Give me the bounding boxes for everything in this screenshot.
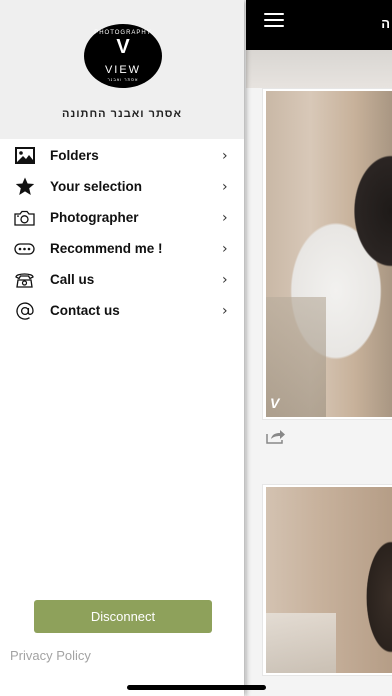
menu-item-folders[interactable]: Folders › [0, 140, 244, 171]
top-bar-title: ה [381, 16, 390, 31]
image-icon [14, 146, 35, 165]
disconnect-button[interactable]: Disconnect [34, 600, 212, 633]
drawer-menu: Folders › Your selection › Photographer … [0, 140, 244, 326]
navigation-drawer: PHOTOGRAPHY V VIEW אסתר ואבנר אסתר ואבנר… [0, 0, 244, 696]
hamburger-menu-icon[interactable] [264, 13, 284, 27]
share-icon[interactable] [266, 428, 286, 444]
photo-card[interactable]: V [262, 88, 392, 420]
chevron-right-icon: › [222, 241, 228, 257]
top-bar: ה [246, 0, 392, 50]
menu-item-your-selection[interactable]: Your selection › [0, 171, 244, 202]
photo-card[interactable] [262, 484, 392, 676]
chevron-right-icon: › [222, 148, 228, 164]
watermark-logo: V [270, 395, 280, 411]
chevron-right-icon: › [222, 210, 228, 226]
gallery-view: ה V [246, 0, 392, 696]
at-icon [14, 301, 35, 320]
home-indicator [127, 685, 266, 690]
menu-item-photographer[interactable]: Photographer › [0, 202, 244, 233]
privacy-policy-link[interactable]: Privacy Policy [10, 648, 91, 663]
menu-item-contact-us[interactable]: Contact us › [0, 295, 244, 326]
chat-dots-icon [14, 239, 35, 258]
logo-mark: V [116, 36, 130, 58]
menu-item-label: Your selection [50, 179, 143, 194]
chevron-right-icon: › [222, 179, 228, 195]
header-banner [246, 50, 392, 88]
logo-sub-text: אסתר ואבנר [107, 77, 139, 82]
menu-item-label: Contact us [50, 303, 120, 318]
menu-item-label: Call us [50, 272, 95, 287]
studio-logo: PHOTOGRAPHY V VIEW אסתר ואבנר [84, 24, 162, 88]
camera-icon [14, 208, 35, 227]
chevron-right-icon: › [222, 303, 228, 319]
photo[interactable]: V [266, 91, 392, 417]
photo[interactable] [266, 487, 392, 673]
album-name: אסתר ואבנר החתונה [62, 108, 182, 120]
logo-wordmark: VIEW [104, 64, 142, 76]
menu-item-call-us[interactable]: Call us › [0, 264, 244, 295]
star-icon [14, 177, 35, 196]
chevron-right-icon: › [222, 272, 228, 288]
menu-item-label: Recommend me ! [50, 241, 163, 256]
phone-icon [14, 270, 35, 289]
menu-item-recommend-me[interactable]: Recommend me ! › [0, 233, 244, 264]
menu-item-label: Photographer [50, 210, 139, 225]
drawer-header: PHOTOGRAPHY V VIEW אסתר ואבנר אסתר ואבנר… [0, 0, 244, 139]
menu-item-label: Folders [50, 148, 99, 163]
